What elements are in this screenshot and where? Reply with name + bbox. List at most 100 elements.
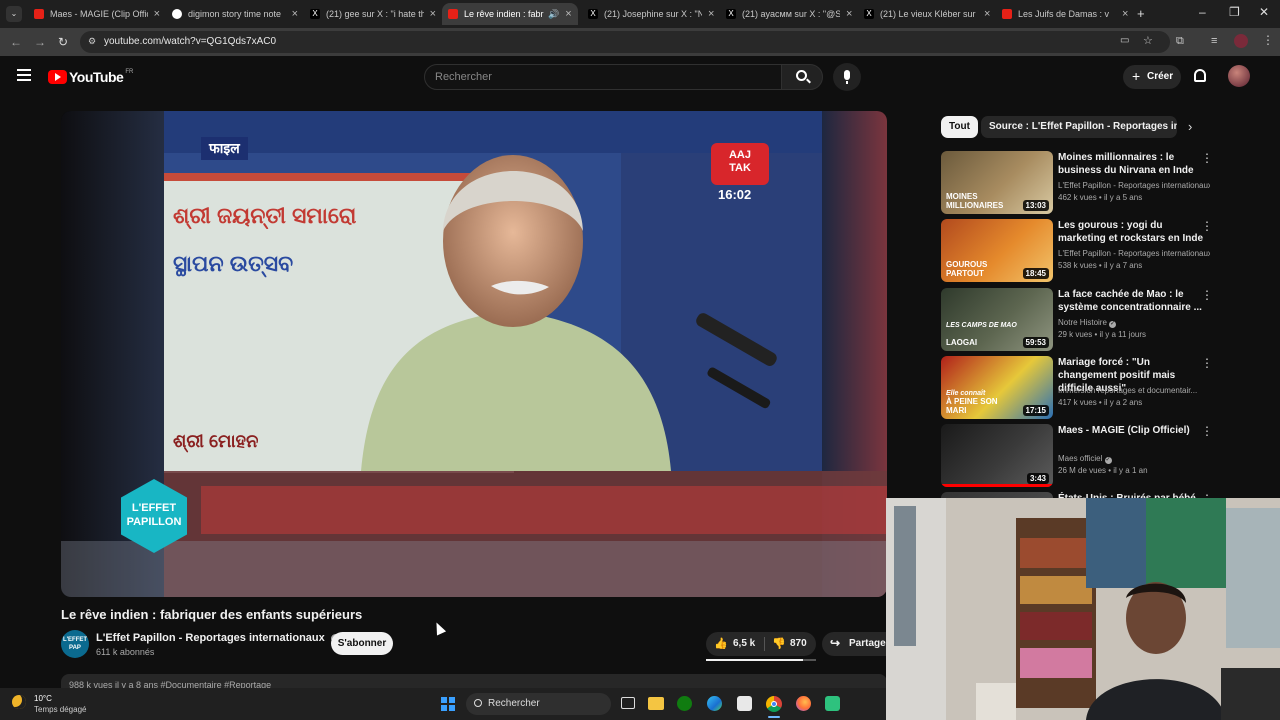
restore-icon[interactable]: ❐ <box>1229 5 1240 19</box>
close-icon[interactable]: × <box>154 8 160 20</box>
dislike-button[interactable]: 👎 870 <box>765 632 816 656</box>
browser-tab[interactable]: digimon story time note × <box>166 3 298 25</box>
edge-icon[interactable] <box>707 696 722 711</box>
minimize-icon[interactable]: – <box>1199 5 1206 19</box>
close-icon[interactable]: × <box>1122 8 1128 20</box>
youtube-logo[interactable]: YouTube FR <box>48 69 133 85</box>
x-icon: X <box>588 9 598 19</box>
close-icon[interactable]: × <box>846 8 852 20</box>
profile-icon[interactable] <box>1234 34 1248 48</box>
store-icon[interactable] <box>737 696 752 711</box>
close-icon[interactable]: × <box>984 8 990 20</box>
more-options-icon[interactable]: ⋮ <box>1201 424 1213 438</box>
x-icon: X <box>310 9 320 19</box>
chip-source[interactable]: Source : L'Effet Papillon - Reportages i… <box>981 116 1177 138</box>
cast-icon[interactable]: ▭ <box>1120 35 1129 46</box>
browser-tab-active[interactable]: Le rêve indien : fabriq 🔊 × <box>442 3 578 25</box>
recommended-title[interactable]: La face cachée de Mao : le système conce… <box>1058 288 1210 314</box>
webcam-overlay <box>886 498 1280 720</box>
view-count: 538 k vues <box>1058 261 1097 270</box>
create-button[interactable]: + Créer <box>1123 65 1181 89</box>
window-close-icon[interactable]: ✕ <box>1259 5 1269 19</box>
share-button[interactable]: ↪ Partager <box>822 632 892 656</box>
bookmark-star-icon[interactable]: ☆ <box>1143 34 1153 47</box>
browser-tab[interactable]: X (21) Josephine sur X : "No × <box>582 3 716 25</box>
search-button[interactable] <box>781 64 823 90</box>
xbox-icon[interactable] <box>677 696 692 711</box>
forward-icon[interactable]: → <box>34 35 46 49</box>
video-thumbnail[interactable]: 3:43 <box>941 424 1053 487</box>
dislike-count: 870 <box>790 638 807 649</box>
recommended-video[interactable]: MOINES MILLIONAIRES 13:03 Moines millionna… <box>941 151 1271 215</box>
recommended-video[interactable]: Elle connaît À PEINE SON MARI 17:15 Mariage… <box>941 356 1271 420</box>
taskbar-search[interactable]: Rechercher <box>466 693 611 715</box>
recommended-channel[interactable]: L'Effet Papillon - Reportages internatio… <box>1058 181 1210 190</box>
upload-age: il y a 2 ans <box>1103 398 1143 407</box>
app-icon[interactable] <box>825 696 840 711</box>
mic-icon <box>844 70 850 80</box>
video-thumbnail[interactable]: GOUROUS PARTOUT 18:45 <box>941 219 1053 282</box>
site-info-icon[interactable]: ⚙ <box>88 36 96 47</box>
recommended-title[interactable]: Maes - MAGIE (Clip Officiel) <box>1058 424 1210 437</box>
more-options-icon[interactable]: ⋮ <box>1201 288 1213 302</box>
browser-tab[interactable]: X (21) gee sur X : "i hate the × <box>304 3 436 25</box>
chip-all[interactable]: Tout <box>941 116 978 138</box>
chrome-icon[interactable] <box>766 696 782 712</box>
close-icon[interactable]: × <box>430 8 436 20</box>
speaker-icon[interactable]: 🔊 <box>548 9 559 20</box>
subscribe-button[interactable]: S'abonner <box>331 632 393 655</box>
close-icon[interactable]: × <box>292 8 298 20</box>
close-icon[interactable]: × <box>565 8 571 20</box>
recommended-video[interactable]: LES CAMPS DE MAO LAOGAI 59:53 La face caché… <box>941 288 1271 352</box>
extensions-icon[interactable]: ⧉ <box>1176 35 1184 48</box>
video-thumbnail[interactable]: LES CAMPS DE MAO LAOGAI 59:53 <box>941 288 1053 351</box>
reload-icon[interactable]: ↻ <box>58 35 68 49</box>
like-button[interactable]: 👍 6,5 k <box>706 632 764 656</box>
hamburger-menu-icon[interactable] <box>17 69 31 81</box>
recommended-video[interactable]: 3:43 Maes - MAGIE (Clip Officiel) Maes off… <box>941 424 1271 488</box>
channel-avatar[interactable]: L'EFFET PAP <box>61 630 89 658</box>
back-icon[interactable]: ← <box>10 35 22 49</box>
channel-name-text: L'Effet Papillon - Reportages internatio… <box>96 632 325 644</box>
weather-icon[interactable] <box>12 695 26 709</box>
recommended-channel[interactable]: Maes officiel ✓ <box>1058 454 1210 464</box>
task-view-icon[interactable] <box>621 697 635 709</box>
tab-title: Le rêve indien : fabriq <box>464 9 544 19</box>
notifications-bell-icon[interactable] <box>1194 69 1206 82</box>
recommended-title[interactable]: Moines millionnaires : le business du Ni… <box>1058 151 1210 177</box>
weather-description[interactable]: Temps dégagé <box>34 705 86 714</box>
browser-tab[interactable]: Les Juifs de Damas : v × <box>996 3 1130 25</box>
video-player[interactable]: फाइल ଶ୍ରୀ ଜୟନ୍ତୀ ସମାରୋ ସ୍ଥାପନ ଉତ୍ସବ ଶ୍ରୀ… <box>61 111 887 597</box>
upload-age: il y a 1 an <box>1113 466 1148 475</box>
youtube-wordmark: YouTube <box>69 69 124 85</box>
file-explorer-icon[interactable] <box>648 697 664 710</box>
more-options-icon[interactable]: ⋮ <box>1201 219 1213 233</box>
more-options-icon[interactable]: ⋮ <box>1201 356 1213 370</box>
search-input[interactable]: Rechercher <box>424 64 782 90</box>
channel-name[interactable]: L'Effet Papillon - Reportages internatio… <box>96 632 340 644</box>
browser-tab[interactable]: X (21) ayacмм sur X : "@S × <box>720 3 854 25</box>
voice-search-button[interactable] <box>833 63 861 91</box>
more-options-icon[interactable]: ⋮ <box>1201 151 1213 165</box>
account-avatar[interactable] <box>1228 65 1250 87</box>
weather-temperature[interactable]: 10°C <box>34 694 52 703</box>
browser-tab[interactable]: X (21) Le vieux Kléber sur X × <box>858 3 992 25</box>
firefox-icon[interactable] <box>796 696 811 711</box>
video-thumbnail[interactable]: Elle connaît À PEINE SON MARI 17:15 <box>941 356 1053 419</box>
recommended-title[interactable]: Les gourous : yogi du marketing et rocks… <box>1058 219 1210 245</box>
browser-menu-icon[interactable]: ⋮ <box>1262 33 1274 47</box>
chevron-right-icon[interactable]: › <box>1188 119 1192 134</box>
browser-tab[interactable]: Maes - MAGIE (Clip Officiel) × <box>28 3 160 25</box>
recommended-video[interactable]: GOUROUS PARTOUT 18:45 Les gourous : yogi d… <box>941 219 1271 283</box>
recommended-channel[interactable]: Notre Histoire ✓ <box>1058 318 1210 328</box>
windows-start-icon[interactable] <box>441 697 455 711</box>
video-thumbnail[interactable]: MOINES MILLIONAIRES 13:03 <box>941 151 1053 214</box>
tab-title: Les Juifs de Damas : v <box>1018 9 1110 19</box>
close-icon[interactable]: × <box>708 8 714 20</box>
recommended-channel[interactable]: L'Effet Papillon - Reportages internatio… <box>1058 249 1210 258</box>
reading-list-icon[interactable]: ≡ <box>1211 35 1217 47</box>
url-input[interactable]: ⚙ youtube.com/watch?v=QG1Qds7xAC0 ▭ ☆ <box>80 31 1170 53</box>
recommended-channel[interactable]: Immersion reportages et documentair... <box>1058 386 1210 395</box>
new-tab-icon[interactable]: + <box>1137 6 1145 21</box>
tab-search-button[interactable]: ⌄ <box>6 6 22 22</box>
